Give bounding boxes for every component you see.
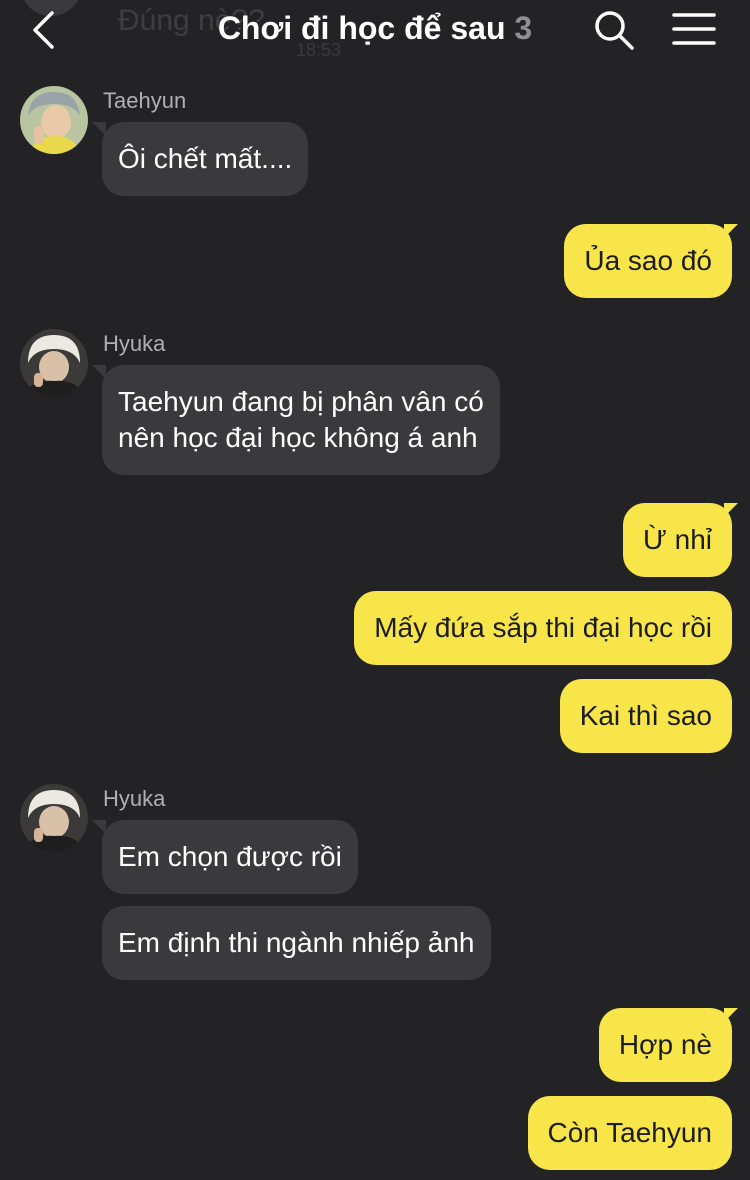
message-bubble-outgoing[interactable]: Mấy đứa sắp thi đại học rồi	[354, 591, 732, 665]
hamburger-menu-icon	[672, 13, 716, 45]
chat-header: Đúng nè?? 18:53 Chơi đi học để sau 3	[0, 0, 750, 62]
message-bubble-outgoing[interactable]: Ừ nhỉ	[622, 503, 732, 577]
chat-title: Chơi đi học để sau 3	[0, 10, 750, 47]
avatar-hyuka[interactable]	[20, 784, 88, 852]
avatar-taehyun[interactable]	[20, 86, 88, 154]
avatar-hyuka[interactable]	[20, 329, 88, 397]
menu-button[interactable]	[670, 8, 718, 52]
message-line: nên học đại học không á anh	[118, 422, 478, 453]
message-bubble-outgoing[interactable]: Ủa sao đó	[564, 224, 732, 298]
chat-title-text: Chơi đi học để sau	[217, 10, 506, 46]
message-bubble-incoming[interactable]: Taehyun đang bị phân vân có nên học đại …	[102, 365, 500, 475]
sender-name: Taehyun	[103, 88, 187, 113]
message-bubble-incoming[interactable]: Em định thi ngành nhiếp ảnh	[102, 906, 491, 980]
search-button[interactable]	[592, 8, 636, 52]
message-bubble-outgoing[interactable]: Kai thì sao	[559, 679, 732, 753]
message-bubble-incoming[interactable]: Em chọn được rồi	[102, 820, 358, 894]
search-icon	[595, 11, 634, 50]
message-bubble-incoming[interactable]: Ôi chết mất....	[102, 122, 309, 196]
message-bubble-outgoing[interactable]: Còn Taehyun	[527, 1096, 732, 1170]
member-count: 3	[514, 10, 533, 46]
sender-name: Hyuka	[103, 786, 166, 811]
sender-name: Hyuka	[103, 331, 166, 356]
message-bubble-outgoing[interactable]: Hợp nè	[598, 1008, 732, 1082]
message-line: Taehyun đang bị phân vân có	[118, 386, 484, 417]
